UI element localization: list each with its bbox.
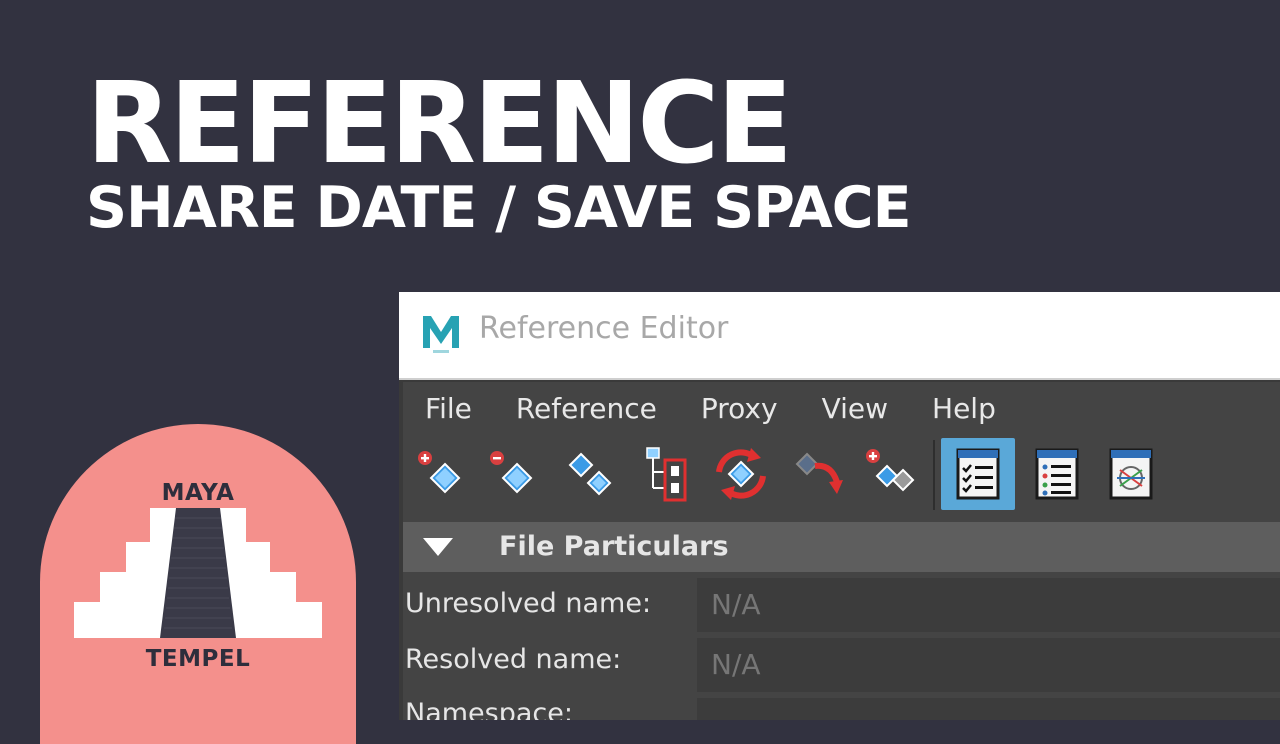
headline: REFERENCE bbox=[86, 59, 793, 189]
resolved-name-field[interactable]: N/A bbox=[697, 638, 1280, 692]
reload-reference-icon bbox=[716, 448, 766, 500]
replace-reference-button[interactable] bbox=[785, 442, 849, 506]
section-title: File Particulars bbox=[499, 531, 729, 562]
group-reference-icon bbox=[646, 447, 687, 502]
remove-reference-button[interactable] bbox=[483, 442, 547, 506]
create-reference-icon bbox=[418, 451, 461, 494]
list-bullets-view-button[interactable] bbox=[1025, 442, 1089, 506]
menu-file[interactable]: File bbox=[403, 392, 472, 425]
list-checked-view-icon bbox=[956, 448, 1000, 500]
graph-view-icon bbox=[1109, 448, 1153, 500]
file-particulars-header[interactable]: File Particulars bbox=[403, 522, 1280, 572]
editor-body: File Reference Proxy View Help File Part… bbox=[403, 382, 1280, 720]
create-reference-button[interactable] bbox=[411, 442, 475, 506]
list-bullets-view-icon bbox=[1035, 448, 1079, 500]
toolbar-separator bbox=[933, 440, 935, 510]
reload-reference-button[interactable] bbox=[709, 442, 773, 506]
menu-help[interactable]: Help bbox=[910, 392, 996, 425]
namespace-label: Namespace: bbox=[405, 698, 573, 720]
remove-reference-icon bbox=[490, 451, 533, 494]
group-reference-button[interactable] bbox=[635, 442, 699, 506]
logo-bottom-text: TEMPEL bbox=[145, 646, 251, 672]
import-reference-icon bbox=[866, 449, 915, 492]
maya-app-icon bbox=[423, 316, 459, 353]
import-reference-button[interactable] bbox=[859, 442, 923, 506]
duplicate-reference-button[interactable] bbox=[559, 442, 623, 506]
toolbar bbox=[403, 434, 1280, 514]
duplicate-reference-icon bbox=[568, 452, 612, 496]
maya-tempel-logo: MAYA TEMPEL bbox=[40, 424, 356, 744]
window-title: Reference Editor bbox=[479, 311, 729, 346]
menu-proxy[interactable]: Proxy bbox=[679, 392, 778, 425]
pyramid-icon bbox=[74, 508, 322, 638]
graph-view-button[interactable] bbox=[1099, 442, 1163, 506]
menu-view[interactable]: View bbox=[800, 392, 888, 425]
unresolved-name-label: Unresolved name: bbox=[405, 588, 652, 619]
logo-top-text: MAYA bbox=[161, 480, 235, 506]
menu-reference[interactable]: Reference bbox=[494, 392, 657, 425]
reference-editor-window: Reference Editor File Reference Proxy Vi… bbox=[399, 292, 1280, 720]
list-checked-view-button[interactable] bbox=[941, 438, 1015, 510]
resolved-name-label: Resolved name: bbox=[405, 644, 622, 675]
namespace-field[interactable] bbox=[697, 698, 1280, 720]
replace-reference-icon bbox=[795, 452, 843, 494]
menu-bar: File Reference Proxy View Help bbox=[403, 382, 1280, 434]
unresolved-name-field[interactable]: N/A bbox=[697, 578, 1280, 632]
title-bar[interactable]: Reference Editor bbox=[399, 292, 1280, 380]
collapse-triangle-icon[interactable] bbox=[421, 536, 455, 558]
subheadline: SHARE DATE / SAVE SPACE bbox=[86, 175, 912, 241]
